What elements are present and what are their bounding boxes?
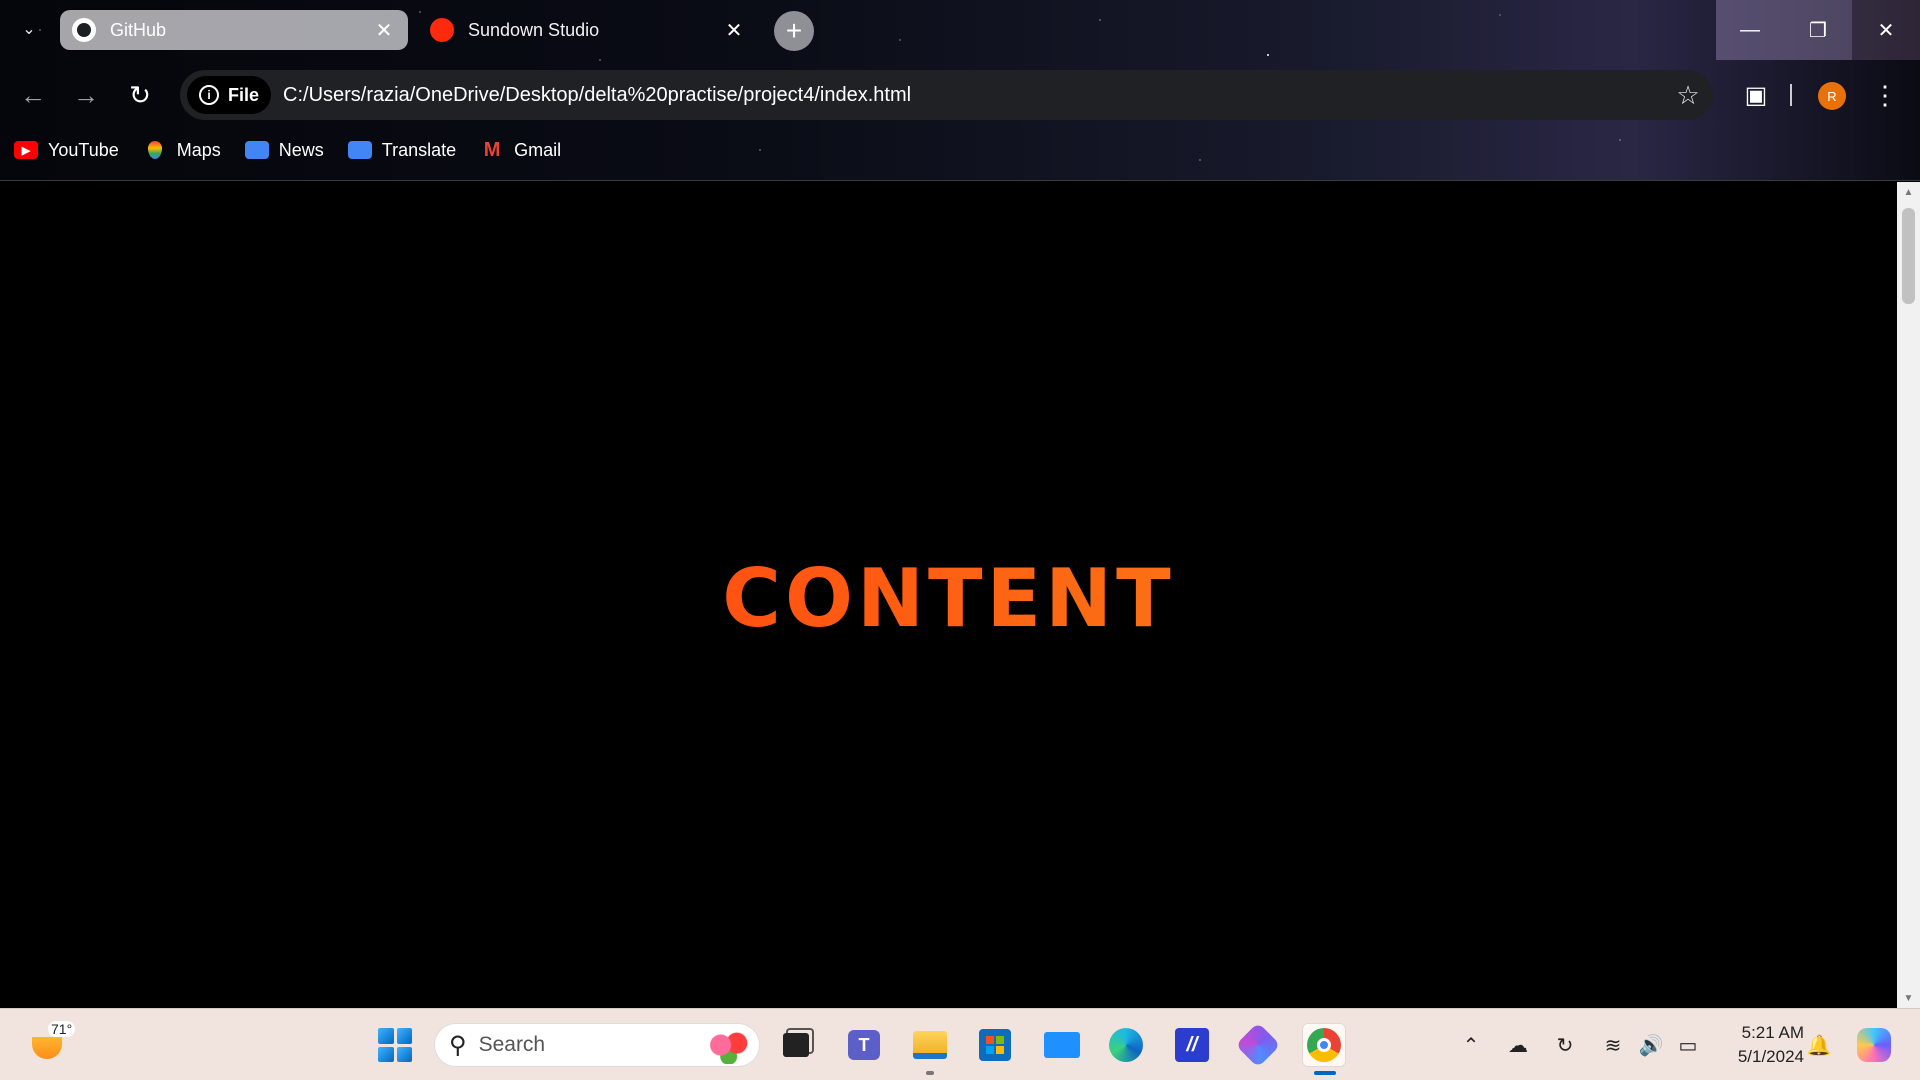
visual-studio-icon: // [1175,1028,1209,1062]
profile-avatar[interactable]: R [1818,82,1846,110]
clock-date: 5/1/2024 [1737,1047,1804,1066]
scroll-up-arrow-icon[interactable]: ▲ [1897,182,1920,202]
mail-icon [1044,1032,1080,1058]
bookmark-news[interactable]: News [244,139,324,161]
copilot-app-icon [1235,1022,1281,1068]
bookmarks-bar: ▶ YouTube Maps News Translate M Gmail [14,132,561,168]
volume-icon[interactable]: 🔊 [1634,1023,1668,1067]
bookmark-youtube[interactable]: ▶ YouTube [14,140,119,161]
copilot-app-button[interactable] [1235,1022,1281,1068]
bookmark-label: News [278,139,324,160]
bookmark-label: Maps [176,139,221,160]
task-view-button[interactable] [774,1023,818,1067]
vertical-scrollbar[interactable]: ▲ ▼ [1897,182,1920,1008]
file-explorer-button[interactable] [908,1023,952,1067]
scrollbar-thumb[interactable] [1902,208,1915,304]
taskbar: 71° ⚲ Search T // ⌃ ☁ ↻ ≋ 🔊 ▭ 5:21 AM 5/… [0,1008,1920,1080]
youtube-icon: ▶ [14,141,38,159]
tab-title: Sundown Studio [468,19,600,40]
close-icon[interactable]: ✕ [722,18,746,42]
bookmark-star-icon[interactable]: ☆ [1663,80,1713,111]
red-circle-icon [430,18,454,42]
sync-icon[interactable]: ↻ [1548,1023,1582,1067]
restore-button[interactable]: ❐ [1784,0,1852,60]
notification-bell-icon[interactable]: 🔔 [1802,1023,1836,1067]
url-text[interactable]: C:/Users/razia/OneDrive/Desktop/delta%20… [283,84,1663,107]
browser-toolbar: ← → ↻ i File C:/Users/razia/OneDrive/Des… [0,62,1920,128]
teams-icon: T [848,1030,880,1060]
copilot-button[interactable] [1852,1023,1896,1067]
copilot-icon [1857,1028,1891,1062]
back-arrow-icon[interactable]: ← [15,77,51,113]
new-tab-button[interactable]: + [774,11,814,51]
forward-arrow-icon[interactable]: → [68,77,104,113]
active-indicator [1314,1071,1336,1075]
show-hidden-icons-chevron-icon[interactable]: ⌃ [1456,1023,1486,1067]
maps-icon [143,141,167,159]
address-bar[interactable]: i File C:/Users/razia/OneDrive/Desktop/d… [180,70,1713,120]
bookmark-gmail[interactable]: M Gmail [480,138,562,161]
bookmark-label: Translate [381,139,457,160]
bookmark-label: Gmail [514,139,562,160]
chrome-button[interactable] [1302,1023,1346,1067]
edge-icon [1109,1028,1143,1062]
bookmark-maps[interactable]: Maps [143,140,221,161]
toolbar-divider [1790,84,1792,106]
site-info-chip[interactable]: i File [187,76,272,114]
chrome-icon [1307,1028,1341,1062]
scroll-down-arrow-icon[interactable]: ▼ [1897,988,1920,1008]
battery-icon[interactable]: ▭ [1670,1023,1706,1067]
github-icon [72,18,96,42]
mail-button[interactable] [1040,1023,1084,1067]
tab-title: GitHub [110,19,167,40]
task-view-icon [783,1033,809,1057]
clock-time: 5:21 AM [1741,1023,1804,1042]
content-heading: CONTENT [0,552,1897,645]
search-highlight-icon [699,1026,753,1064]
visual-studio-button[interactable]: // [1170,1023,1214,1067]
weather-widget[interactable]: 71° [28,1021,76,1065]
news-icon [244,141,269,159]
extensions-puzzle-icon[interactable]: ▣ [1738,77,1774,113]
browser-chrome: ⌄ GitHub ✕ Sundown Studio ✕ + — ❐ ✕ ← → … [0,0,1920,181]
minimize-button[interactable]: — [1716,0,1784,60]
reload-icon[interactable]: ↻ [122,77,158,113]
bookmark-label: YouTube [48,139,119,160]
system-clock[interactable]: 5:21 AM 5/1/2024 [1714,1021,1804,1069]
weather-icon [32,1037,62,1059]
wifi-icon[interactable]: ≋ [1596,1023,1630,1067]
folder-icon [913,1031,947,1059]
edge-button[interactable] [1104,1023,1148,1067]
microsoft-store-button[interactable] [973,1023,1017,1067]
tab-github[interactable]: GitHub ✕ [60,10,408,50]
tab-sundown-studio[interactable]: Sundown Studio ✕ [418,10,758,50]
onedrive-cloud-icon[interactable]: ☁ [1500,1023,1536,1067]
tab-search-button[interactable]: ⌄ [14,14,44,44]
windows-logo-icon [378,1028,412,1062]
bookmark-translate[interactable]: Translate [347,139,457,161]
taskbar-search[interactable]: ⚲ Search [434,1023,760,1067]
close-icon[interactable]: ✕ [372,18,396,42]
more-menu-icon[interactable]: ⋮ [1872,77,1898,113]
close-window-button[interactable]: ✕ [1852,0,1920,60]
translate-icon [347,141,372,159]
search-placeholder: Search [478,1033,546,1056]
scheme-label: File [228,84,260,105]
teams-button[interactable]: T [842,1023,886,1067]
running-indicator [926,1071,934,1075]
tab-strip: ⌄ GitHub ✕ Sundown Studio ✕ + — ❐ ✕ [0,0,1920,60]
info-icon: i [199,85,219,105]
window-controls: — ❐ ✕ [1716,0,1920,60]
gmail-icon: M [483,138,501,161]
weather-temperature: 71° [48,1021,76,1037]
store-icon [979,1029,1011,1061]
start-button[interactable] [373,1023,417,1067]
search-icon: ⚲ [449,1031,467,1059]
page-viewport: CONTENT [0,182,1897,1008]
